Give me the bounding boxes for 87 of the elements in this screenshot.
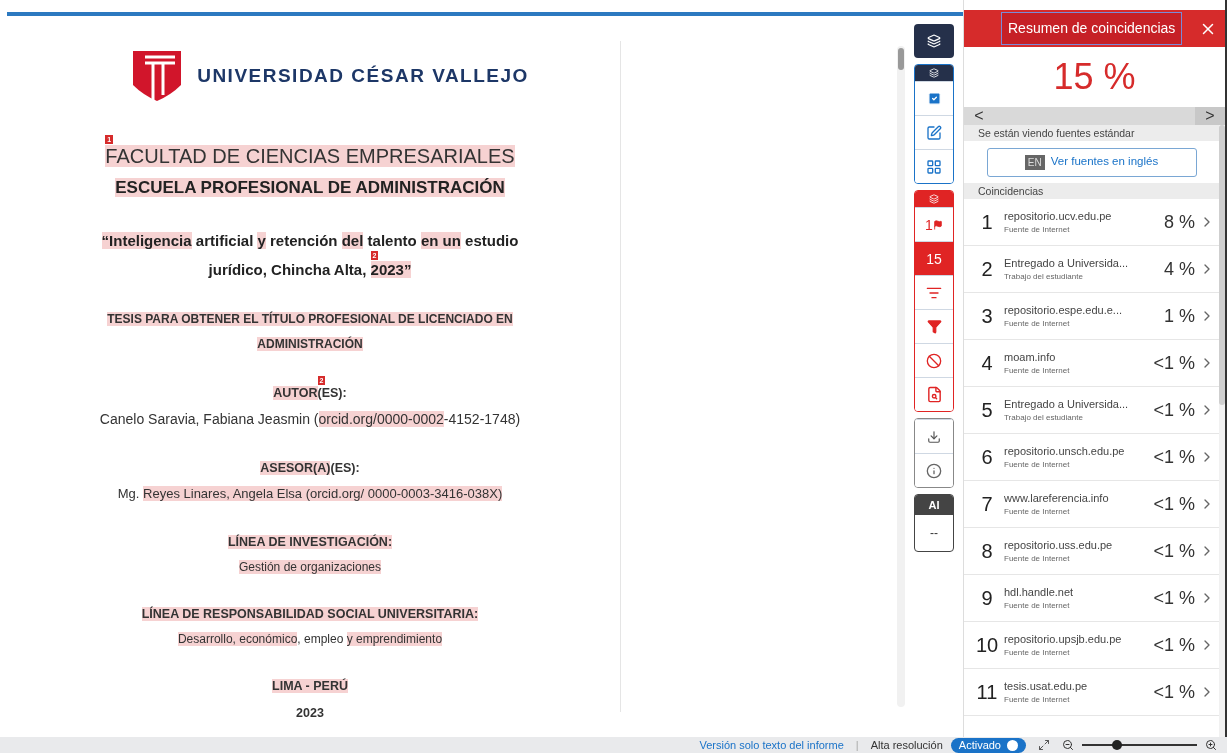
match-source: hdl.handle.net [1004, 584, 1075, 600]
ai-label: AI [915, 495, 953, 515]
match-source: moam.info [1004, 349, 1057, 365]
match-percent: <1 % [1153, 492, 1195, 516]
flag-icon [932, 219, 943, 230]
match-rank: 2 [980, 257, 994, 282]
match-type: Fuente de Internet [1004, 506, 1071, 519]
match-percent: <1 % [1153, 680, 1195, 704]
zoom-in-icon [1205, 739, 1217, 751]
match-percent: <1 % [1153, 351, 1195, 375]
match-source: Entregado a Universida... [1004, 396, 1130, 412]
match-source: repositorio.uss.edu.pe [1004, 537, 1114, 553]
layers-button[interactable] [914, 24, 954, 58]
scrollbar-thumb[interactable] [1219, 125, 1225, 405]
tool-button[interactable] [915, 149, 953, 183]
checkbox-icon [926, 91, 942, 106]
text-version-link[interactable]: Versión solo texto del informe [699, 736, 844, 753]
ban-icon [926, 352, 942, 369]
document-line: 2023 [296, 705, 324, 722]
match-source: www.lareferencia.info [1004, 490, 1110, 506]
shield-logo-icon [131, 49, 184, 103]
match-type: Fuente de Internet [1004, 224, 1071, 237]
separator: | [855, 737, 859, 753]
document-line: Mg. Reyes Linares, Angela Elsa (orcid.org/ 0000-0003-3416-038X) [117, 485, 503, 504]
match-source: Entregado a Universida... [1004, 255, 1130, 271]
zoom-out-icon [1062, 739, 1074, 751]
match-type: Fuente de Internet [1004, 647, 1071, 660]
filter-icon [926, 319, 942, 334]
document-line: Canelo Saravia, Fabiana Jeasmin (orcid.org/0000-0002-4152-1748) [99, 409, 521, 429]
match-type: Trabajo del estudiante [1004, 412, 1084, 425]
match-source: repositorio.espe.edu.e... [1004, 302, 1124, 318]
match-percent: <1 % [1153, 586, 1195, 610]
match-source: repositorio.upsjb.edu.pe [1004, 631, 1123, 647]
match-rank: 10 [974, 633, 1000, 658]
download-icon [927, 429, 941, 444]
high-resolution-label: Alta resolución [870, 737, 943, 753]
match-percent: 4 % [1163, 257, 1195, 281]
scrollbar-thumb[interactable] [898, 48, 904, 70]
layers-icon [929, 68, 939, 78]
match-percent: 1 % [1163, 304, 1195, 328]
match-percent: 8 % [1163, 210, 1195, 234]
document-line: Desarrollo, económico, empleo y emprendimiento [177, 630, 443, 648]
notice-bar: Se están viendo fuentes estándar [964, 125, 1219, 141]
previous-button[interactable]: < [964, 107, 994, 125]
fullscreen-icon [1038, 739, 1050, 751]
match-type: Fuente de Internet [1004, 553, 1071, 566]
panel-title: Resumen de coincidencias [1001, 12, 1183, 45]
tool-button[interactable] [915, 453, 953, 487]
match-rank: 5 [980, 398, 994, 423]
tool-button[interactable]: 15 [915, 241, 953, 275]
search-document-icon [925, 386, 943, 403]
edit-icon [926, 124, 942, 141]
match-source: repositorio.ucv.edu.pe [1004, 208, 1113, 224]
match-source: repositorio.unsch.edu.pe [1004, 443, 1126, 459]
ai-score: -- [929, 525, 939, 542]
layers-icon [929, 194, 939, 204]
match-type: Fuente de Internet [1004, 694, 1071, 707]
match-percent: <1 % [1153, 539, 1195, 563]
match-rank: 8 [980, 539, 994, 564]
match-rank: 3 [980, 304, 994, 329]
high-resolution-toggle[interactable]: Activado [950, 737, 1026, 753]
info-icon [926, 462, 942, 479]
match-rank: 4 [980, 351, 994, 376]
university-name: UNIVERSIDAD CÉSAR VALLEJO [197, 63, 529, 88]
match-type: Fuente de Internet [1004, 459, 1071, 472]
match-rank: 9 [980, 586, 994, 611]
match-rank: 11 [975, 680, 999, 705]
english-sources-button[interactable]: EN Ver fuentes en inglés [986, 147, 1197, 177]
match-percent: <1 % [1153, 445, 1195, 469]
match-percent: <1 % [1153, 398, 1195, 422]
match-type: Fuente de Internet [1004, 365, 1071, 378]
similarity-score: 15 % [1052, 55, 1137, 99]
section-header: Coincidencias [964, 183, 1219, 199]
document-line: “Inteligencia artificial y retención del talento en un estudio [101, 230, 519, 251]
match-source: tesis.usat.edu.pe [1004, 678, 1089, 694]
match-percent: <1 % [1153, 633, 1195, 657]
document-line: ASESOR(A)(ES): [260, 460, 360, 478]
match-rank: 1 [980, 210, 994, 235]
match-type: Fuente de Internet [1004, 318, 1071, 331]
match-type: Trabajo del estudiante [1004, 271, 1084, 284]
next-button[interactable]: > [1195, 107, 1225, 125]
grid-icon [926, 158, 942, 175]
match-type: Fuente de Internet [1004, 600, 1071, 613]
tool-button[interactable] [915, 377, 953, 411]
layers-icon [927, 34, 941, 48]
match-rank: 6 [980, 445, 994, 470]
match-rank: 7 [980, 492, 994, 517]
